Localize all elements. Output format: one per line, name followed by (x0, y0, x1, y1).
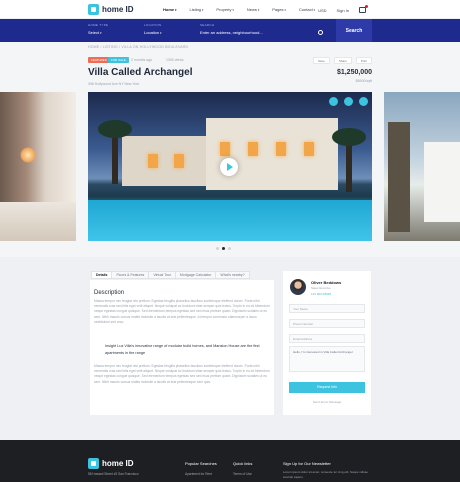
window (304, 142, 314, 156)
nav-pages[interactable]: Pages (272, 7, 286, 12)
location-value: Location (144, 30, 162, 35)
logo-text: home ID (102, 5, 134, 14)
search-field[interactable]: SEARCH Enter an address, neighbourhood..… (200, 23, 263, 35)
time-posted: 2 months ago (131, 58, 153, 62)
description-heading: Description (94, 290, 125, 296)
nav-property[interactable]: Property (216, 7, 233, 12)
description-quote: Insight Luz Villa's innovative range of … (105, 344, 260, 355)
footer (0, 440, 460, 482)
location-label: LOCATION (144, 23, 162, 27)
cart-icon[interactable] (359, 5, 368, 13)
nav-home[interactable]: Home (163, 7, 176, 12)
palm-tree (98, 120, 132, 184)
search-input[interactable]: Enter an address, neighbourhood... (200, 30, 263, 35)
footer-quick-heading: Quick links (233, 461, 253, 466)
agent-avatar (290, 279, 306, 295)
send-message-link[interactable]: Send Zoom Message (289, 400, 365, 404)
gallery-prev-image[interactable] (0, 92, 76, 241)
footer-quick-link[interactable]: Terms of Use (233, 472, 252, 476)
villa-wing (122, 136, 206, 186)
tab-floors[interactable]: Floors & Features (111, 271, 150, 279)
palm-tree (332, 128, 366, 192)
header-right: USD Sign In (318, 5, 368, 13)
window (174, 154, 184, 168)
play-video-button[interactable] (220, 158, 238, 176)
nav-contact[interactable]: Contact (299, 7, 315, 12)
footer-newsletter-text: Lorem ipsum dolor sit amet, consecte tur… (283, 470, 368, 479)
nav-news[interactable]: News (247, 7, 259, 12)
views-count: 1390 views (166, 58, 184, 62)
listing-actions: Save Share Print (312, 57, 372, 64)
listing-title: Villa Called Archangel (88, 67, 193, 78)
pool-graphic (88, 200, 372, 241)
email-field[interactable]: Email Address (289, 334, 365, 343)
name-field[interactable]: Your Name (289, 304, 365, 313)
home-type-label: HOME TYPE (88, 23, 109, 27)
logo[interactable]: home ID (88, 4, 134, 15)
signin-link[interactable]: Sign In (337, 8, 349, 13)
building-graphic (388, 122, 410, 232)
tab-nearby[interactable]: What's nearby? (215, 271, 250, 279)
search-label: SEARCH (200, 23, 215, 27)
footer-popular-heading: Popular Searches (185, 461, 217, 466)
search-button[interactable]: Search (336, 19, 372, 42)
slide-dot-active[interactable] (222, 247, 225, 250)
window (148, 154, 158, 168)
home-type-value: Select (88, 30, 108, 35)
message-field[interactable]: Hello, I'm interested in Villa Called Ar… (289, 346, 365, 372)
map-icon[interactable] (344, 97, 353, 106)
slide-dot[interactable] (228, 247, 231, 250)
home-type-select[interactable]: HOME TYPE Select (88, 23, 108, 35)
location-select[interactable]: LOCATION Location (144, 23, 162, 35)
phone-field[interactable]: Phone Number (289, 319, 365, 328)
request-info-button[interactable]: Request Info (289, 382, 365, 393)
slide-dot[interactable] (216, 247, 219, 250)
tab-virtual-tour[interactable]: Virtual Tour (148, 271, 176, 279)
window (276, 142, 286, 156)
footer-popular-link[interactable]: Apartment for Rent (185, 472, 212, 476)
agent-phone[interactable]: 123 900 68668 (311, 292, 331, 296)
gallery-main-image[interactable] (88, 92, 372, 241)
clock-icon: ◷ (126, 58, 130, 62)
tab-mortgage[interactable]: Mortgage Calculator (174, 271, 217, 279)
footer-address: 58 Howard Street #2 San Francisco (88, 472, 139, 476)
currency-select[interactable]: USD (318, 8, 326, 13)
breadcrumb: HOME / LISTING / VILLA ON HOLLYWOOD BOUL… (88, 45, 189, 49)
description-para-2: Massa tempor nec feugiat nisl pretium. E… (94, 364, 270, 384)
address: 398 Hollywood Ave NY New York (88, 82, 140, 86)
window (220, 142, 230, 156)
top-navbar: home ID Home Listing Property News Pages… (0, 0, 460, 19)
print-button[interactable]: Print (355, 57, 372, 64)
description-para-1: Massa tempor nec feugiat nisl pretium. E… (94, 299, 270, 324)
price-per-sqft: $6900/sqft (355, 79, 372, 83)
detail-tabs: Details Floors & Features Virtual Tour M… (91, 271, 250, 279)
home-logo-icon (88, 4, 99, 15)
agent-role: Sales Excutive (311, 286, 331, 290)
page: { "header": { "logo_text": "home ID", "n… (0, 0, 460, 482)
gallery-dots (216, 247, 231, 250)
footer-logo[interactable]: home ID (88, 458, 134, 469)
sofa-graphic (0, 202, 76, 241)
save-button[interactable]: Save (312, 57, 330, 64)
gallery-icon[interactable] (329, 97, 338, 106)
lamp-graphic (20, 147, 36, 163)
search-icon[interactable] (318, 30, 323, 35)
share-button[interactable]: Share (333, 57, 352, 64)
tab-details[interactable]: Details (91, 271, 113, 279)
listing-price: $1,250,000 (336, 69, 372, 76)
main-nav: Home Listing Property News Pages Contact (163, 7, 315, 12)
agent-name[interactable]: Oliver Beddows (311, 280, 341, 285)
footer-logo-text: home ID (102, 459, 134, 468)
gallery-next-image[interactable] (384, 92, 460, 241)
footer-newsletter-heading: Sign Up for Our Newsletter (283, 461, 331, 466)
expand-icon[interactable] (359, 97, 368, 106)
nav-listing[interactable]: Listing (189, 7, 203, 12)
window (248, 142, 258, 156)
home-logo-icon (88, 458, 99, 469)
featured-badge: FEATURED (88, 57, 110, 63)
white-building-graphic (424, 142, 460, 222)
